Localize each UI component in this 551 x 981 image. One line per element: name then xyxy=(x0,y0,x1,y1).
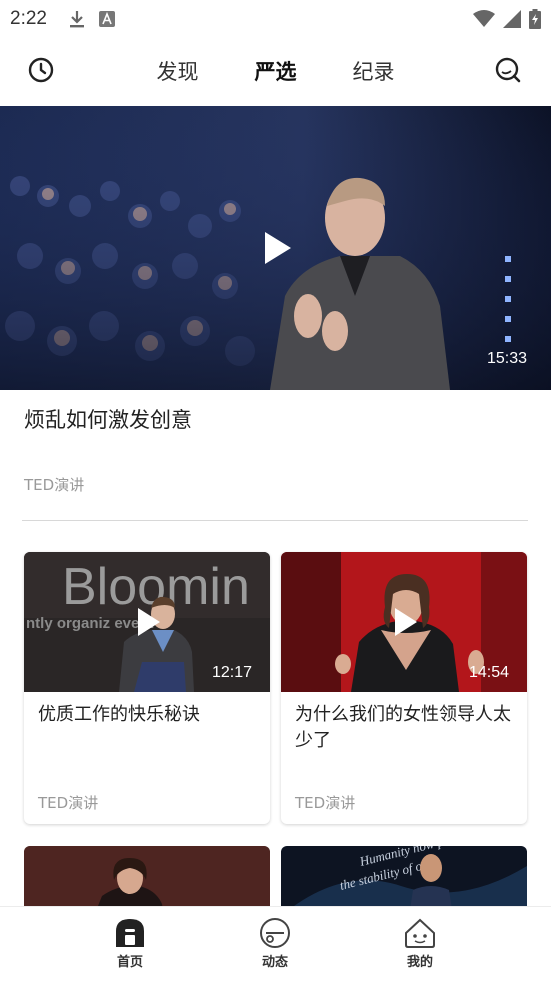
download-icon xyxy=(69,11,84,28)
video-card[interactable]: Bloomin x ntly organiz event 12:17 优质工作的… xyxy=(24,552,270,824)
profile-icon xyxy=(405,918,435,948)
app-a-icon xyxy=(98,11,115,27)
video-duration: 12:17 xyxy=(211,664,252,681)
video-duration: 15:33 xyxy=(486,350,527,367)
nav-home[interactable]: 首页 xyxy=(100,917,160,970)
card-title[interactable]: 为什么我们的女性领导人太少了 xyxy=(295,702,515,754)
tab-documentary[interactable]: 纪录 xyxy=(353,56,395,86)
battery-icon xyxy=(529,9,541,29)
hero-source: TED演讲 xyxy=(24,476,85,494)
nav-feed-label: 动态 xyxy=(261,955,288,970)
hero-video[interactable]: 15:33 xyxy=(0,106,551,390)
top-nav: 发现 严选 纪录 xyxy=(0,38,551,104)
bottom-nav: 首页 动态 我的 xyxy=(0,906,551,981)
thumb-subtext: ntly organiz event xyxy=(26,615,154,632)
status-time: 2:22 xyxy=(10,8,47,29)
nav-home-label: 首页 xyxy=(116,955,143,970)
tab-bar: 发现 严选 纪录 xyxy=(0,38,551,104)
play-icon[interactable] xyxy=(265,232,291,264)
nav-feed[interactable]: 动态 xyxy=(245,917,305,970)
play-icon[interactable] xyxy=(395,608,417,636)
hero-title[interactable]: 烦乱如何激发创意 xyxy=(24,404,192,434)
history-clock-icon[interactable] xyxy=(26,55,56,85)
home-icon xyxy=(116,919,144,947)
card-source: TED演讲 xyxy=(38,794,99,812)
feed-icon xyxy=(260,918,290,948)
tab-selected[interactable]: 严选 xyxy=(255,56,297,86)
signal-icon xyxy=(503,10,521,28)
nav-profile-label: 我的 xyxy=(406,955,433,970)
search-icon[interactable] xyxy=(493,55,523,85)
tab-discover[interactable]: 发现 xyxy=(157,56,199,86)
nav-profile[interactable]: 我的 xyxy=(390,917,450,970)
card-title[interactable]: 优质工作的快乐秘诀 xyxy=(38,702,258,728)
wifi-icon xyxy=(473,10,495,27)
divider xyxy=(22,520,528,521)
video-duration: 14:54 xyxy=(468,664,509,681)
card-source: TED演讲 xyxy=(295,794,356,812)
status-bar: 2:22 xyxy=(0,0,551,38)
video-card[interactable]: 14:54 为什么我们的女性领导人太少了 TED演讲 xyxy=(281,552,527,824)
play-icon[interactable] xyxy=(138,608,160,636)
